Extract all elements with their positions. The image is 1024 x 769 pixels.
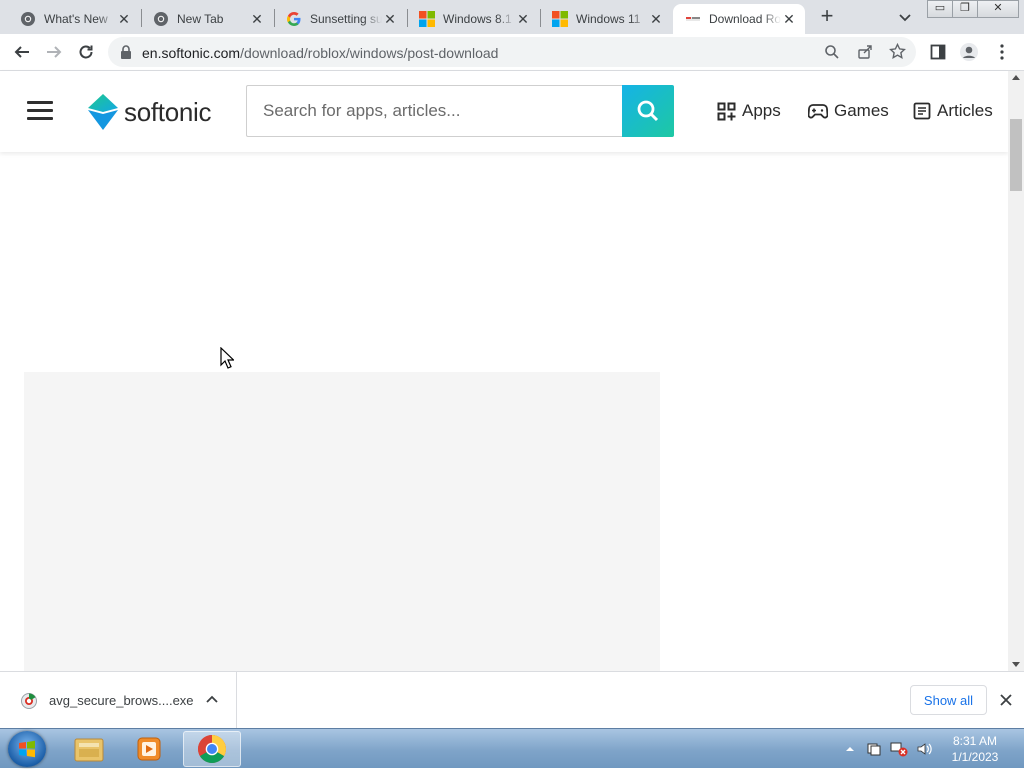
start-button[interactable] bbox=[8, 731, 46, 767]
site-search-input[interactable] bbox=[246, 85, 622, 137]
browser-tab-strip: What's New ✕ New Tab ✕ Sunsetting suppor… bbox=[0, 0, 1024, 34]
new-tab-button[interactable]: + bbox=[816, 5, 838, 28]
tab-whats-new[interactable]: What's New ✕ bbox=[0, 4, 140, 34]
chrome-icon bbox=[20, 11, 36, 27]
taskbar-chrome[interactable] bbox=[183, 731, 241, 767]
nav-articles-label: Articles bbox=[937, 101, 993, 120]
tab-new-tab[interactable]: New Tab ✕ bbox=[133, 4, 273, 34]
page-scrollbar[interactable] bbox=[1008, 71, 1024, 671]
gamepad-icon bbox=[808, 103, 828, 119]
side-panel-icon[interactable] bbox=[928, 42, 948, 62]
close-window-button[interactable]: ✕ bbox=[977, 0, 1019, 18]
tab-search-chevron-icon[interactable] bbox=[896, 8, 914, 26]
minimize-button[interactable]: ▭ bbox=[927, 0, 953, 18]
article-icon bbox=[913, 102, 931, 120]
clock-date: 1/1/2023 bbox=[951, 750, 999, 764]
content-placeholder bbox=[24, 372, 660, 672]
clock-time: 8:31 AM bbox=[952, 734, 998, 748]
browser-toolbar: en.softonic.com/download/roblox/windows/… bbox=[0, 34, 1024, 71]
windows-icon bbox=[419, 11, 435, 27]
scroll-up-arrow-icon[interactable] bbox=[1012, 75, 1020, 80]
bookmark-star-icon[interactable] bbox=[889, 42, 906, 65]
tab-windows-11[interactable]: Windows 11 ✕ bbox=[532, 4, 672, 34]
tab-title: What's New bbox=[44, 12, 108, 26]
apps-grid-icon bbox=[717, 102, 736, 121]
close-tab-icon[interactable]: ✕ bbox=[781, 11, 797, 27]
softonic-logo-mark-icon bbox=[88, 94, 118, 130]
mouse-cursor-icon bbox=[220, 347, 234, 369]
close-tab-icon[interactable]: ✕ bbox=[648, 11, 664, 27]
show-hidden-icons-icon[interactable] bbox=[844, 743, 856, 755]
nav-games-label: Games bbox=[834, 101, 889, 120]
nav-articles[interactable]: Articles bbox=[913, 99, 993, 123]
close-tab-icon[interactable]: ✕ bbox=[249, 11, 265, 27]
tab-title: Sunsetting support bbox=[310, 12, 382, 26]
scroll-thumb[interactable] bbox=[1010, 119, 1022, 191]
tab-title: Windows 8.1 bbox=[443, 12, 512, 26]
volume-icon[interactable] bbox=[916, 741, 932, 757]
softonic-icon bbox=[685, 11, 701, 27]
tab-windows-8-1[interactable]: Windows 8.1 ✕ bbox=[399, 4, 539, 34]
nav-apps[interactable]: Apps bbox=[717, 99, 781, 123]
tab-title: New Tab bbox=[177, 12, 224, 26]
forward-arrow-icon[interactable] bbox=[44, 42, 64, 62]
taskbar-clock[interactable]: 8:31 AM 1/1/2023 bbox=[940, 733, 1010, 765]
close-tab-icon[interactable]: ✕ bbox=[116, 11, 132, 27]
download-item[interactable]: avg_secure_brows....exe bbox=[0, 672, 237, 729]
chevron-up-icon[interactable] bbox=[204, 692, 220, 708]
share-icon[interactable] bbox=[857, 44, 873, 65]
lock-icon[interactable] bbox=[120, 45, 132, 64]
address-bar[interactable]: en.softonic.com/download/roblox/windows/… bbox=[108, 37, 916, 67]
close-tab-icon[interactable]: ✕ bbox=[382, 11, 398, 27]
tab-sunsetting[interactable]: Sunsetting support ✕ bbox=[266, 4, 406, 34]
windows-explorer-icon bbox=[74, 738, 104, 762]
nav-apps-label: Apps bbox=[742, 101, 781, 120]
scroll-down-arrow-icon[interactable] bbox=[1012, 662, 1020, 667]
reload-icon[interactable] bbox=[76, 42, 96, 62]
zoom-search-icon[interactable] bbox=[824, 44, 840, 65]
windows-icon bbox=[552, 11, 568, 27]
network-disconnected-icon[interactable] bbox=[890, 741, 908, 757]
search-icon bbox=[637, 100, 659, 122]
softonic-logo[interactable]: softonic bbox=[88, 93, 212, 131]
brand-name: softonic bbox=[124, 96, 212, 127]
system-tray bbox=[844, 729, 932, 769]
url-text: en.softonic.com/download/roblox/windows/… bbox=[142, 45, 498, 61]
chrome-icon bbox=[153, 11, 169, 27]
chrome-icon bbox=[198, 735, 226, 763]
profile-avatar-icon[interactable] bbox=[959, 42, 979, 62]
downloads-bar: avg_secure_brows....exe Show all bbox=[0, 671, 1024, 729]
windows-taskbar: 8:31 AM 1/1/2023 bbox=[0, 728, 1024, 768]
nav-games[interactable]: Games bbox=[808, 99, 889, 123]
site-search-button[interactable] bbox=[622, 85, 674, 137]
installer-file-icon bbox=[21, 693, 37, 709]
tab-download-roblox[interactable]: Download Roblox ✕ bbox=[673, 4, 805, 34]
taskbar-explorer[interactable] bbox=[60, 731, 118, 767]
windows-logo-icon bbox=[19, 740, 35, 758]
close-tab-icon[interactable]: ✕ bbox=[515, 11, 531, 27]
restore-button[interactable]: ❐ bbox=[952, 0, 978, 18]
url-path: /download/roblox/windows/post-download bbox=[240, 45, 499, 61]
url-host: en.softonic.com bbox=[142, 45, 241, 61]
google-icon bbox=[286, 11, 302, 27]
back-arrow-icon[interactable] bbox=[12, 42, 32, 62]
browser-menu-icon[interactable] bbox=[992, 42, 1012, 62]
taskbar-media-player[interactable] bbox=[120, 731, 178, 767]
close-icon[interactable] bbox=[998, 692, 1014, 708]
action-center-flag-icon[interactable] bbox=[866, 741, 882, 757]
tab-title: Download Roblox bbox=[709, 12, 781, 26]
media-player-icon bbox=[137, 737, 161, 761]
show-all-downloads-button[interactable]: Show all bbox=[910, 685, 987, 715]
download-file-name: avg_secure_brows....exe bbox=[49, 693, 194, 708]
tab-title: Windows 11 bbox=[576, 12, 641, 26]
hamburger-menu-icon[interactable] bbox=[27, 101, 53, 121]
site-header: softonic Apps Games Articles bbox=[0, 71, 1008, 152]
